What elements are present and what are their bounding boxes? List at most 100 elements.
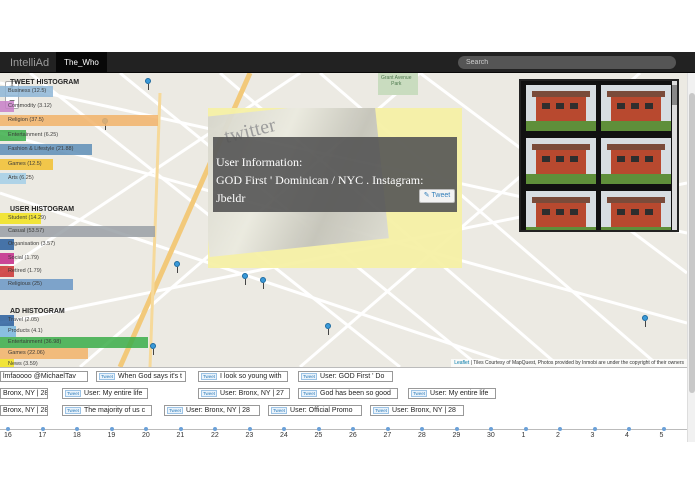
user-info-heading: User Information: xyxy=(216,155,303,169)
map-pin[interactable] xyxy=(642,315,648,327)
timeline-tweet-text: God has been so good xyxy=(320,390,391,397)
timeline-dot[interactable] xyxy=(247,427,252,431)
timeline-dot[interactable] xyxy=(385,427,390,431)
timeline-tweet[interactable]: Tweet The majority of us c xyxy=(62,405,152,416)
timeline-dot[interactable] xyxy=(282,427,286,431)
house-photo-thumbnail[interactable] xyxy=(601,191,671,230)
timeline-tweet[interactable]: Tweet I look so young with xyxy=(198,371,288,382)
timeline-tweet-text: Bronx, NY | 28 xyxy=(3,407,48,414)
timeline-tweet[interactable]: Bronx, NY | 28 xyxy=(0,388,48,399)
timeline-tweet[interactable]: Tweet God has been so good xyxy=(298,388,398,399)
timeline-dot[interactable] xyxy=(592,427,597,431)
user-info-popup: twitter User Information: GOD First ' Do… xyxy=(208,108,462,268)
tweet-tag: Tweet xyxy=(201,372,218,380)
timeline-dot[interactable] xyxy=(40,427,45,431)
house-photo-thumbnail[interactable] xyxy=(601,138,671,184)
user-histogram-bar: Religious (25) xyxy=(0,279,73,290)
tweet-tag: Tweet xyxy=(65,389,82,397)
user-info-handle: Jbeldr xyxy=(216,191,246,205)
timeline-tick-label: 26 xyxy=(349,432,357,439)
page-scrollbar[interactable] xyxy=(687,73,695,442)
timeline-tick-label: 1 xyxy=(521,432,526,439)
timeline-tweet-text: User: My entire life xyxy=(84,390,143,397)
timeline-dot[interactable] xyxy=(213,427,217,431)
timeline-tick-label: 25 xyxy=(314,432,323,439)
timeline-dot[interactable] xyxy=(351,427,355,431)
timeline-dot[interactable] xyxy=(523,427,528,431)
timeline-dot[interactable] xyxy=(75,427,79,431)
map-pin[interactable] xyxy=(242,273,248,285)
timeline-tweet[interactable]: Tweet User: Official Promo xyxy=(268,405,362,416)
tweet-button[interactable]: ✎ Tweet xyxy=(419,189,455,203)
user-histogram-bar: Student (14.29) xyxy=(0,213,46,224)
tweet-tag: Tweet xyxy=(301,389,318,397)
timeline-dot[interactable] xyxy=(6,427,10,431)
house-photo-thumbnail[interactable] xyxy=(526,85,596,131)
tweet-histogram-bar: Entertainment (6.25) xyxy=(0,129,58,141)
user-info-bio: GOD First ' Dominican / NYC . Instagram: xyxy=(216,173,424,187)
page-scroll-thumb[interactable] xyxy=(689,93,695,393)
brand-logo[interactable]: IntelliAd xyxy=(10,57,49,69)
timeline-dot[interactable] xyxy=(109,427,114,431)
house-photo-thumbnail[interactable] xyxy=(526,191,596,230)
ad-image-panel[interactable] xyxy=(519,79,679,232)
ad-histogram-bar: Products (4.1) xyxy=(0,326,43,337)
tweet-histogram-bar: Commodity (3.12) xyxy=(0,100,52,112)
twitter-icon: ✎ xyxy=(423,192,430,199)
timeline-dot[interactable] xyxy=(558,427,562,431)
timeline-tweet[interactable]: Tweet User: Bronx, NY | 28 xyxy=(164,405,260,416)
timeline-tick-label: 19 xyxy=(107,432,116,439)
ad-histogram-title: AD HISTOGRAM xyxy=(10,308,65,315)
tiles-credit: | Tiles Courtesy of MapQuest xyxy=(470,360,536,366)
timeline-tweet-text: lmfaoooo @MichaelTav xyxy=(3,373,76,380)
scroll-thumb[interactable] xyxy=(672,85,677,105)
park-label: Grant Avenue Park xyxy=(381,75,412,87)
timeline-tick-label: 5 xyxy=(659,432,664,439)
top-navbar: IntelliAd The_Who xyxy=(0,52,695,73)
photos-credit: Photos provided by Inmobi are under the … xyxy=(537,360,684,366)
map-pin[interactable] xyxy=(150,343,156,355)
timeline-dot[interactable] xyxy=(316,427,321,431)
timeline-tweet[interactable]: Tweet User: Bronx, NY | 28 xyxy=(370,405,464,416)
timeline-dot[interactable] xyxy=(420,427,424,431)
timeline-tweet[interactable]: Tweet User: My entire life xyxy=(408,388,496,399)
timeline-tweet-text: User: Official Promo xyxy=(290,407,353,414)
tweet-timeline: lmfaoooo @MichaelTav Tweet When God says i… xyxy=(0,367,687,442)
timeline-tick-label: 22 xyxy=(211,432,219,439)
map-pin[interactable] xyxy=(174,261,180,273)
timeline-tweet[interactable]: Tweet User: My entire life xyxy=(62,388,148,399)
timeline-tweet[interactable]: Tweet User: Bronx, NY | 27 xyxy=(198,388,290,399)
ad-histogram-bar: News (3.59) xyxy=(0,359,38,367)
timeline-tweet[interactable]: lmfaoooo @MichaelTav xyxy=(0,371,88,382)
house-photo-thumbnail[interactable] xyxy=(526,138,596,184)
timeline-tick-label: 17 xyxy=(38,432,47,439)
timeline-tweet[interactable]: Tweet User: GOD First ' Do xyxy=(298,371,393,382)
timeline-tweet[interactable]: Tweet When God says it's t xyxy=(96,371,186,382)
tweet-histogram-bar: Games (12.5) xyxy=(0,158,53,170)
timeline-tweet-text: Bronx, NY | 28 xyxy=(3,390,48,397)
timeline-dot[interactable] xyxy=(454,427,459,431)
image-panel-scrollbar[interactable] xyxy=(672,81,677,230)
house-photo-thumbnail[interactable] xyxy=(601,85,671,131)
leaflet-link[interactable]: Leaflet xyxy=(454,360,469,366)
user-info-box: User Information: GOD First ' Dominican … xyxy=(213,137,457,212)
map-pin[interactable] xyxy=(260,277,266,289)
timeline-dot[interactable] xyxy=(627,427,631,431)
tweet-histogram-bar: Fashion & Lifestyle (21.88) xyxy=(0,144,92,155)
timeline-tick-label: 27 xyxy=(383,432,392,439)
map-pin[interactable] xyxy=(145,78,151,90)
timeline-dot[interactable] xyxy=(178,427,183,431)
search-input[interactable] xyxy=(458,56,676,69)
tweet-histogram-bar: Business (12.5) xyxy=(0,86,53,97)
timeline-dot[interactable] xyxy=(661,427,666,431)
map-pin[interactable] xyxy=(325,323,331,335)
tweet-tag: Tweet xyxy=(167,406,184,414)
tweet-histogram-bar: Religion (37.5) xyxy=(0,115,158,126)
timeline-tweet-text: User: Bronx, NY | 28 xyxy=(392,407,456,414)
user-histogram-bar: Retired (1.79) xyxy=(0,265,42,277)
tab-the-who[interactable]: The_Who xyxy=(56,52,107,73)
timeline-tweet[interactable]: Bronx, NY | 28 xyxy=(0,405,48,416)
map-attribution: Leaflet | Tiles Courtesy of MapQuest, Ph… xyxy=(451,359,687,367)
timeline-dot[interactable] xyxy=(489,427,493,431)
timeline-dot[interactable] xyxy=(144,427,148,431)
